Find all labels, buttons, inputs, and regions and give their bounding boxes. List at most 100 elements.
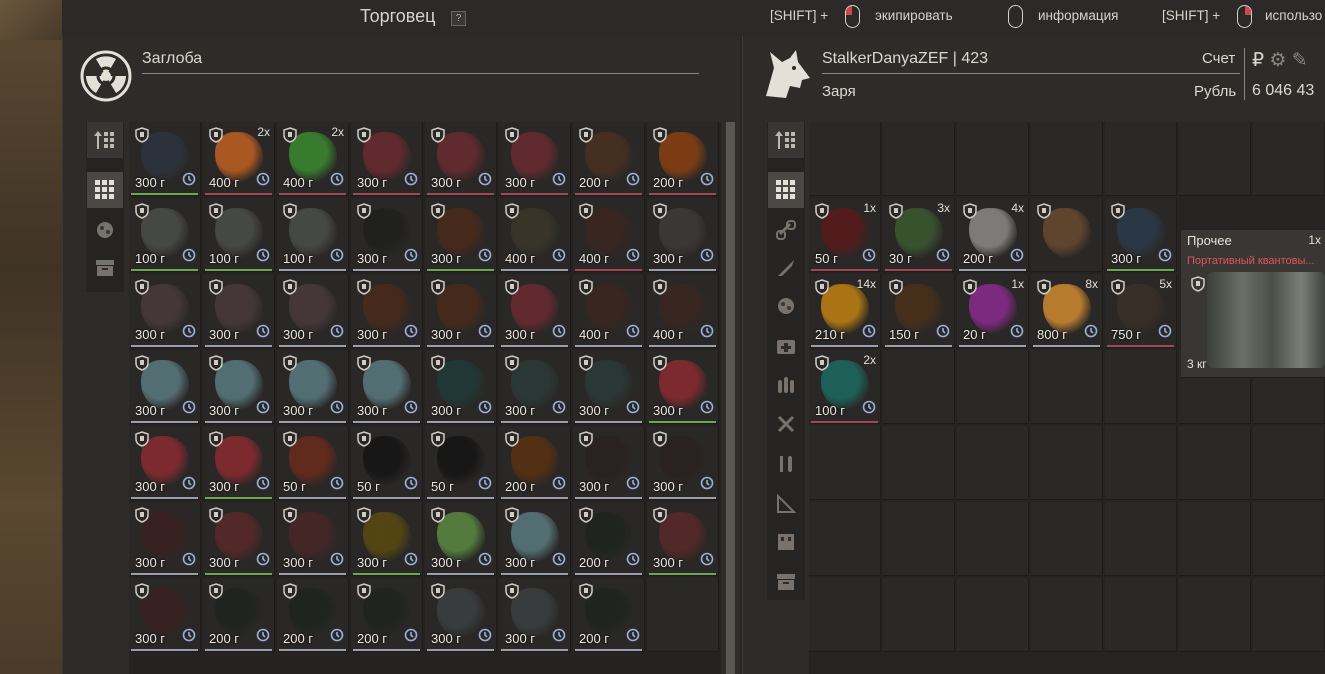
- inventory-slot[interactable]: 1x 50 г: [809, 198, 881, 272]
- inventory-slot[interactable]: [1179, 578, 1251, 652]
- inventory-slot[interactable]: [883, 502, 955, 576]
- inventory-slot[interactable]: [1105, 502, 1177, 576]
- inventory-slot[interactable]: 200 г: [573, 122, 645, 196]
- inventory-slot[interactable]: 300 г: [277, 274, 349, 348]
- inventory-slot[interactable]: [883, 426, 955, 500]
- inventory-slot[interactable]: 300 г: [129, 274, 201, 348]
- inventory-slot[interactable]: [957, 578, 1029, 652]
- misc-tab[interactable]: [768, 524, 804, 560]
- inventory-slot[interactable]: [883, 578, 955, 652]
- inventory-slot[interactable]: 200 г: [351, 578, 423, 652]
- sort-button[interactable]: [87, 122, 123, 158]
- inventory-slot[interactable]: 300 г: [203, 426, 275, 500]
- blueprints-tab[interactable]: [768, 486, 804, 522]
- ammo-tab[interactable]: [768, 366, 804, 402]
- food-tab[interactable]: [768, 446, 804, 482]
- inventory-slot[interactable]: 200 г: [573, 578, 645, 652]
- featured-item-card[interactable]: Прочее 1x Портативный квантовы... 3 кг: [1181, 230, 1325, 378]
- inventory-slot[interactable]: [1105, 350, 1177, 424]
- inventory-slot[interactable]: 300 г: [499, 122, 571, 196]
- inventory-slot[interactable]: 300 г: [277, 502, 349, 576]
- inventory-slot[interactable]: 300 г: [351, 502, 423, 576]
- inventory-slot[interactable]: [1179, 426, 1251, 500]
- inventory-slot[interactable]: 300 г: [129, 578, 201, 652]
- inventory-slot[interactable]: 300 г: [203, 502, 275, 576]
- inventory-slot[interactable]: [1253, 426, 1325, 500]
- inventory-slot[interactable]: [957, 502, 1029, 576]
- all-items-tab[interactable]: [87, 172, 123, 208]
- inventory-slot[interactable]: [957, 350, 1029, 424]
- inventory-slot[interactable]: [1253, 122, 1325, 196]
- inventory-slot[interactable]: [1105, 578, 1177, 652]
- inventory-slot[interactable]: [1179, 122, 1251, 196]
- inventory-slot[interactable]: 300 г: [573, 350, 645, 424]
- inventory-slot[interactable]: 300 г: [1105, 198, 1177, 272]
- inventory-slot[interactable]: [1105, 426, 1177, 500]
- inventory-slot[interactable]: 200 г: [647, 122, 719, 196]
- inventory-slot[interactable]: [1031, 350, 1103, 424]
- inventory-slot[interactable]: 100 г: [129, 198, 201, 272]
- inventory-slot[interactable]: [809, 578, 881, 652]
- inventory-slot[interactable]: 300 г: [425, 198, 497, 272]
- inventory-slot[interactable]: 5x 750 г: [1105, 274, 1177, 348]
- inventory-slot[interactable]: 400 г: [647, 274, 719, 348]
- storage-tab[interactable]: [87, 250, 123, 286]
- inventory-slot[interactable]: [1105, 122, 1177, 196]
- inventory-slot[interactable]: 200 г: [573, 502, 645, 576]
- inventory-slot[interactable]: 300 г: [351, 274, 423, 348]
- inventory-slot[interactable]: [809, 426, 881, 500]
- inventory-slot[interactable]: [647, 578, 719, 652]
- inventory-slot[interactable]: [809, 122, 881, 196]
- inventory-slot[interactable]: [883, 122, 955, 196]
- inventory-slot[interactable]: 300 г: [425, 578, 497, 652]
- inventory-slot[interactable]: 300 г: [647, 198, 719, 272]
- inventory-slot[interactable]: 300 г: [425, 122, 497, 196]
- inventory-slot[interactable]: 300 г: [647, 426, 719, 500]
- inventory-slot[interactable]: 300 г: [425, 274, 497, 348]
- sort-button[interactable]: [768, 122, 804, 158]
- storage-tab[interactable]: [768, 564, 804, 600]
- inventory-slot[interactable]: 50 г: [351, 426, 423, 500]
- inventory-slot[interactable]: 300 г: [129, 122, 201, 196]
- inventory-slot[interactable]: [1031, 198, 1103, 272]
- inventory-slot[interactable]: 300 г: [425, 502, 497, 576]
- inventory-slot[interactable]: 100 г: [203, 198, 275, 272]
- inventory-slot[interactable]: 300 г: [129, 426, 201, 500]
- inventory-slot[interactable]: 200 г: [203, 578, 275, 652]
- inventory-slot[interactable]: 300 г: [351, 122, 423, 196]
- inventory-slot[interactable]: 2x 100 г: [809, 350, 881, 424]
- inventory-slot[interactable]: 300 г: [129, 502, 201, 576]
- inventory-slot[interactable]: [1179, 502, 1251, 576]
- inventory-slot[interactable]: 300 г: [647, 502, 719, 576]
- inventory-slot[interactable]: 50 г: [425, 426, 497, 500]
- inventory-slot[interactable]: 300 г: [499, 578, 571, 652]
- medicine-tab[interactable]: [768, 328, 804, 364]
- inventory-slot[interactable]: [1031, 578, 1103, 652]
- inventory-slot[interactable]: [883, 350, 955, 424]
- inventory-slot[interactable]: 3x 30 г: [883, 198, 955, 272]
- inventory-slot[interactable]: 100 г: [277, 198, 349, 272]
- weapons-tab[interactable]: [768, 250, 804, 286]
- inventory-slot[interactable]: 300 г: [425, 350, 497, 424]
- inventory-slot[interactable]: 300 г: [277, 350, 349, 424]
- inventory-slot[interactable]: 400 г: [573, 274, 645, 348]
- attachments-tab[interactable]: [768, 212, 804, 248]
- inventory-slot[interactable]: [809, 502, 881, 576]
- inventory-slot[interactable]: 8x 800 г: [1031, 274, 1103, 348]
- help-button[interactable]: ?: [451, 11, 466, 26]
- inventory-slot[interactable]: 4x 200 г: [957, 198, 1029, 272]
- inventory-slot[interactable]: [1031, 502, 1103, 576]
- inventory-slot[interactable]: [1253, 578, 1325, 652]
- inventory-slot[interactable]: 14x 210 г: [809, 274, 881, 348]
- inventory-slot[interactable]: 300 г: [203, 274, 275, 348]
- inventory-slot[interactable]: [1253, 502, 1325, 576]
- inventory-slot[interactable]: 2x 400 г: [277, 122, 349, 196]
- inventory-slot[interactable]: 2x 400 г: [203, 122, 275, 196]
- inventory-slot[interactable]: [957, 122, 1029, 196]
- inventory-slot[interactable]: 300 г: [499, 274, 571, 348]
- inventory-slot[interactable]: [1031, 122, 1103, 196]
- inventory-slot[interactable]: 300 г: [129, 350, 201, 424]
- inventory-slot[interactable]: [1031, 426, 1103, 500]
- inventory-slot[interactable]: 400 г: [499, 198, 571, 272]
- all-items-tab[interactable]: [768, 172, 804, 208]
